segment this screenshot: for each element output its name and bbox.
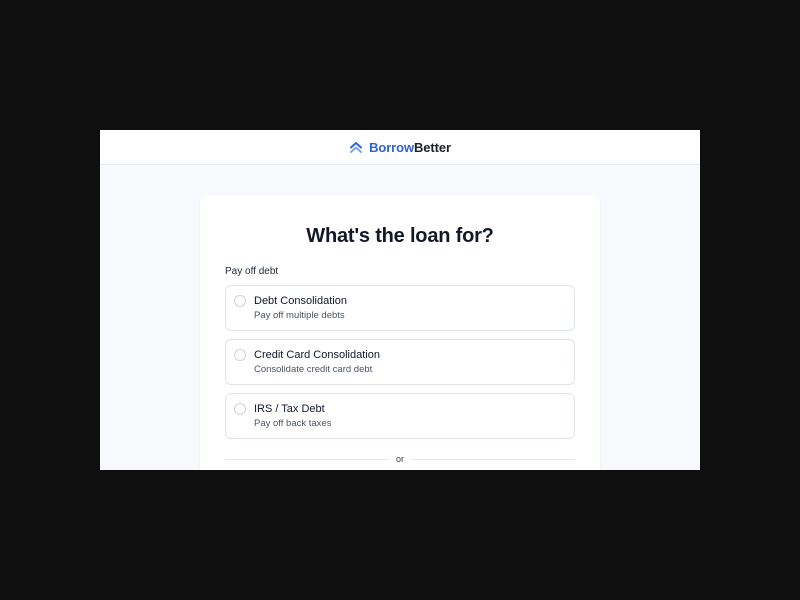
section-label-pay-off-debt: Pay off debt bbox=[225, 266, 279, 277]
radio-button[interactable] bbox=[234, 295, 246, 307]
option-text: Credit Card Consolidation Consolidate cr… bbox=[254, 348, 380, 376]
page-title: What's the loan for? bbox=[306, 225, 494, 247]
option-subtitle: Pay off back taxes bbox=[254, 418, 332, 429]
option-title: Debt Consolidation bbox=[254, 295, 347, 307]
brand-logo[interactable]: BorrowBetter bbox=[369, 140, 451, 155]
or-divider: or bbox=[225, 453, 575, 465]
divider-text: or bbox=[389, 454, 410, 464]
option-title: Credit Card Consolidation bbox=[254, 349, 380, 361]
brand-name-part1: Borrow bbox=[369, 139, 414, 155]
option-text: Debt Consolidation Pay off multiple debt… bbox=[254, 294, 347, 322]
radio-button[interactable] bbox=[234, 403, 246, 415]
loan-purpose-card: What's the loan for? Pay off debt Debt C… bbox=[200, 195, 600, 470]
top-bar: BorrowBetter bbox=[100, 130, 700, 165]
radio-button[interactable] bbox=[234, 349, 246, 361]
app-viewport: BorrowBetter What's the loan for? Pay of… bbox=[100, 130, 700, 470]
option-subtitle: Consolidate credit card debt bbox=[254, 364, 373, 375]
option-irs-tax-debt[interactable]: IRS / Tax Debt Pay off back taxes bbox=[225, 393, 575, 439]
option-credit-card-consolidation[interactable]: Credit Card Consolidation Consolidate cr… bbox=[225, 339, 575, 385]
brand-name-part2: Better bbox=[413, 139, 451, 155]
option-text: IRS / Tax Debt Pay off back taxes bbox=[254, 402, 331, 430]
option-debt-consolidation[interactable]: Debt Consolidation Pay off multiple debt… bbox=[225, 285, 575, 331]
option-subtitle: Pay off multiple debts bbox=[254, 310, 345, 321]
option-title: IRS / Tax Debt bbox=[254, 403, 325, 415]
double-chevron-up-icon bbox=[349, 140, 363, 154]
loan-purpose-options: Debt Consolidation Pay off multiple debt… bbox=[225, 285, 575, 439]
